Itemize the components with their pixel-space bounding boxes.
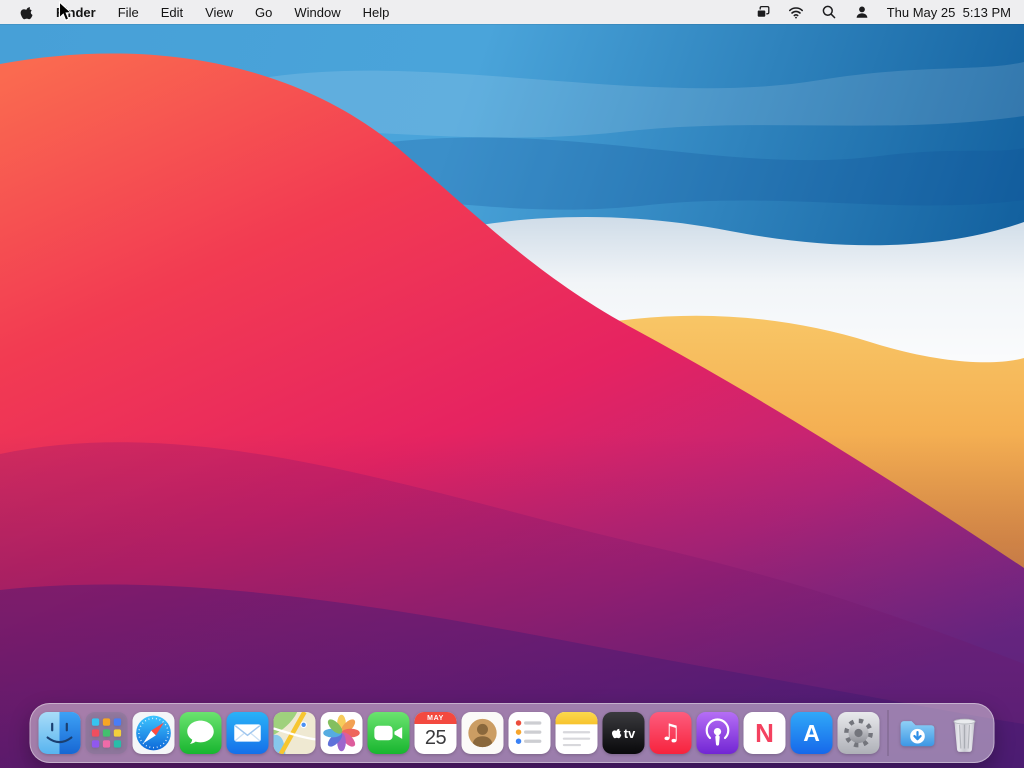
menu-bar-left: Finder File Edit View Go Window Help bbox=[0, 5, 389, 20]
podcasts-icon bbox=[696, 712, 739, 754]
dock-downloads[interactable] bbox=[897, 712, 939, 754]
system-preferences-icon bbox=[837, 712, 880, 754]
app-store-letter-glyph: A bbox=[803, 719, 820, 746]
dock-finder[interactable] bbox=[38, 712, 81, 754]
dock-contacts[interactable] bbox=[461, 712, 504, 754]
stacked-windows-icon[interactable] bbox=[755, 4, 771, 20]
menu-go[interactable]: Go bbox=[255, 5, 272, 20]
wifi-icon[interactable] bbox=[788, 4, 804, 20]
news-icon: N bbox=[743, 712, 786, 754]
spotlight-icon[interactable] bbox=[821, 4, 837, 20]
dock-mail[interactable] bbox=[226, 712, 269, 754]
dock-calendar[interactable]: MAY 25 bbox=[414, 712, 457, 754]
reminders-icon bbox=[508, 712, 551, 754]
dock-reminders[interactable] bbox=[508, 712, 551, 754]
news-letter-glyph: N bbox=[755, 718, 774, 748]
app-store-icon: A bbox=[790, 712, 833, 754]
mail-icon bbox=[226, 712, 269, 754]
dock-launchpad[interactable] bbox=[85, 712, 128, 754]
dock: MAY 25 tv ♫ N A bbox=[29, 703, 995, 763]
menu-bar-clock[interactable]: Thu May 25 5:13 PM bbox=[887, 5, 1011, 20]
menu-view[interactable]: View bbox=[205, 5, 233, 20]
apple-menu-icon[interactable] bbox=[20, 5, 34, 20]
dock-notes[interactable] bbox=[555, 712, 598, 754]
menu-edit[interactable]: Edit bbox=[161, 5, 183, 20]
dock-maps[interactable] bbox=[273, 712, 316, 754]
dock-music[interactable]: ♫ bbox=[649, 712, 692, 754]
photos-icon bbox=[320, 712, 363, 754]
desktop: Finder File Edit View Go Window Help Thu… bbox=[0, 0, 1024, 768]
tv-apple-logo-icon bbox=[612, 728, 622, 738]
notes-icon bbox=[555, 712, 598, 754]
finder-icon bbox=[38, 712, 81, 754]
messages-icon bbox=[179, 712, 222, 754]
dock-podcasts[interactable] bbox=[696, 712, 739, 754]
dock-app-store[interactable]: A bbox=[790, 712, 833, 754]
calendar-month-label: MAY bbox=[414, 712, 457, 724]
safari-icon bbox=[132, 712, 175, 754]
music-note-glyph: ♫ bbox=[660, 719, 681, 746]
menu-bar-status: Thu May 25 5:13 PM bbox=[755, 4, 1024, 20]
maps-icon bbox=[273, 712, 316, 754]
menu-help[interactable]: Help bbox=[363, 5, 390, 20]
dock-messages[interactable] bbox=[179, 712, 222, 754]
menu-window[interactable]: Window bbox=[294, 5, 340, 20]
wallpaper-big-sur bbox=[0, 24, 1024, 768]
launchpad-icon bbox=[85, 712, 128, 754]
dock-divider bbox=[887, 710, 889, 756]
menu-file[interactable]: File bbox=[118, 5, 139, 20]
dock-trash[interactable] bbox=[944, 712, 986, 754]
tv-icon: tv bbox=[602, 712, 645, 754]
music-icon: ♫ bbox=[649, 712, 692, 754]
calendar-day-label: 25 bbox=[424, 727, 447, 750]
calendar-icon: MAY 25 bbox=[414, 712, 457, 754]
downloads-folder-icon bbox=[900, 721, 935, 747]
trash-icon bbox=[953, 718, 976, 752]
dock-photos[interactable] bbox=[320, 712, 363, 754]
dock-safari[interactable] bbox=[132, 712, 175, 754]
app-menu-finder[interactable]: Finder bbox=[56, 5, 96, 20]
dock-news[interactable]: N bbox=[743, 712, 786, 754]
contacts-icon bbox=[461, 712, 504, 754]
user-switch-icon[interactable] bbox=[854, 4, 870, 20]
facetime-icon bbox=[367, 712, 410, 754]
dock-tv[interactable]: tv bbox=[602, 712, 645, 754]
menu-bar: Finder File Edit View Go Window Help Thu… bbox=[0, 0, 1024, 24]
tv-icon-label: tv bbox=[623, 725, 636, 741]
dock-facetime[interactable] bbox=[367, 712, 410, 754]
dock-system-preferences[interactable] bbox=[837, 712, 880, 754]
